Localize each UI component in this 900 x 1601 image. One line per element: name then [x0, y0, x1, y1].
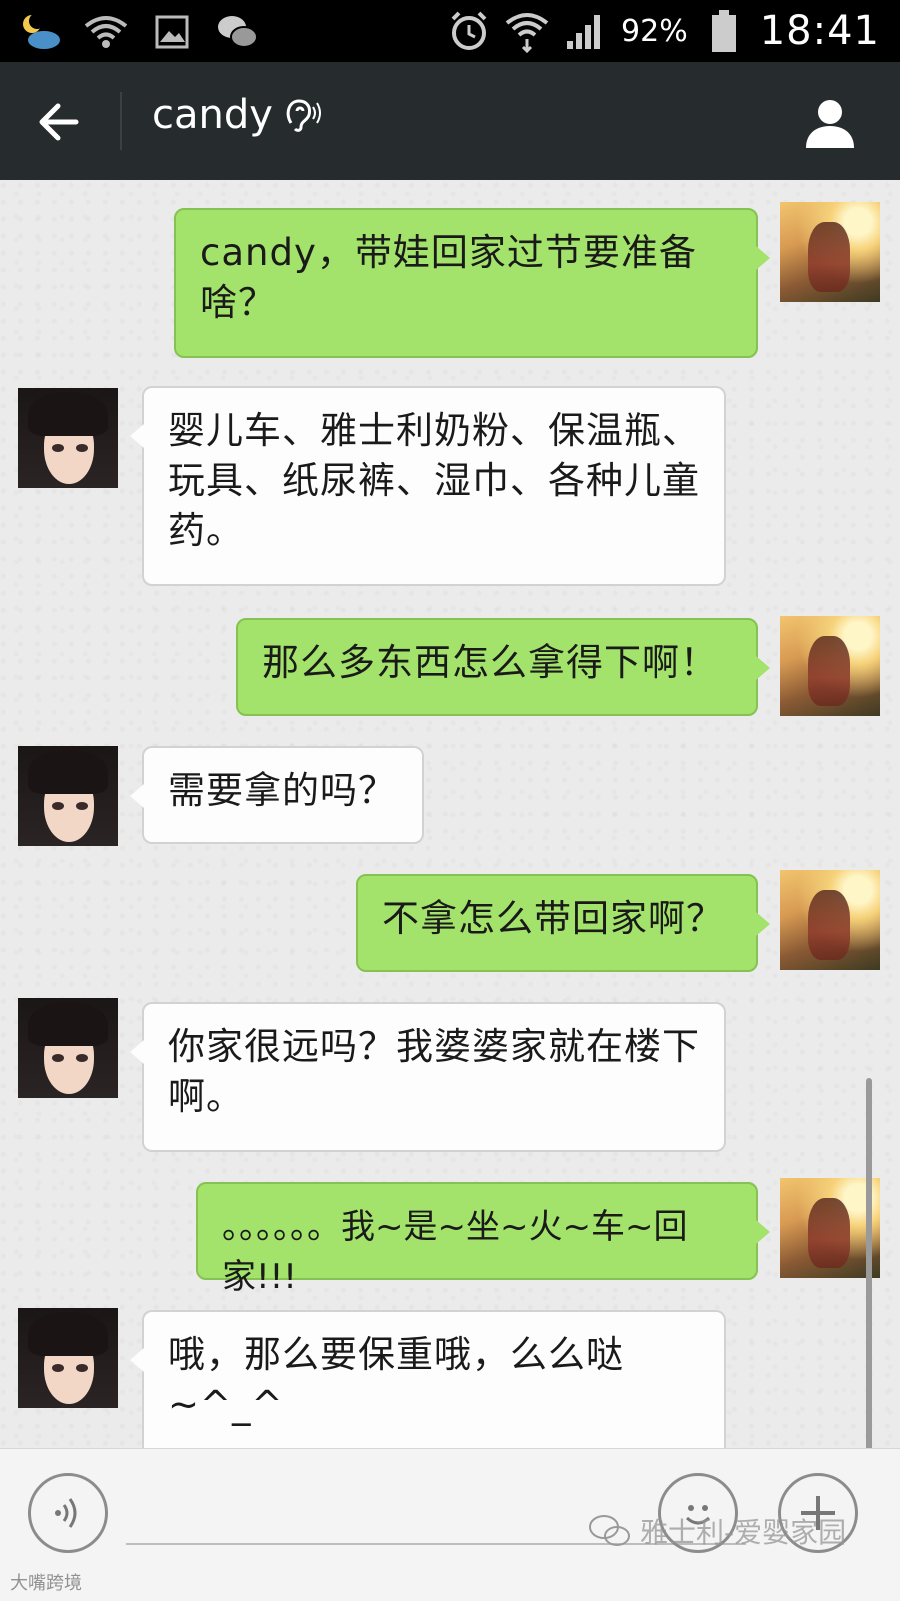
voice-button[interactable]: [28, 1473, 108, 1553]
my-avatar[interactable]: [780, 202, 880, 302]
alarm-icon: [447, 9, 491, 53]
message-bubble-sent[interactable]: 那么多东西怎么拿得下啊！: [236, 618, 770, 716]
watermark-text: 雅士利-爱婴家园: [640, 1516, 847, 1549]
weather-night-icon: [18, 10, 62, 54]
chat-area[interactable]: candy，带娃回家过节要准备啥？ 婴儿车、雅士利奶粉、保温瓶、玩具、纸尿裤、湿…: [0, 180, 900, 1538]
status-bar: 92% 18:41: [0, 0, 900, 62]
wechat-logo-icon: [589, 1515, 630, 1546]
battery-icon: [702, 9, 746, 53]
contact-avatar[interactable]: [18, 998, 118, 1098]
wifi-icon: [84, 10, 128, 54]
input-bar: 雅士利-爱婴家园 大嘴跨境: [0, 1448, 900, 1601]
contact-avatar[interactable]: [18, 1308, 118, 1408]
ear-icon: [286, 99, 321, 132]
contact-avatar[interactable]: [18, 746, 118, 846]
my-avatar[interactable]: [780, 1178, 880, 1278]
cell-signal-icon: [563, 9, 607, 53]
chat-header: candy: [0, 62, 900, 180]
watermark-text-2: 大嘴跨境: [10, 1573, 82, 1594]
watermark-secondary: 大嘴跨境: [10, 1569, 82, 1595]
message-bubble-received[interactable]: 你家很远吗？我婆婆家就在楼下啊。: [130, 1002, 726, 1152]
contact-name: candy: [152, 92, 273, 138]
wifi-signal-icon: [505, 9, 549, 53]
message-text: 不拿怎么带回家啊？: [382, 897, 724, 940]
chat-title: candy: [152, 92, 323, 138]
message-text: 需要拿的吗？: [168, 769, 396, 812]
back-button[interactable]: [30, 92, 90, 152]
message-bubble-sent[interactable]: 不拿怎么带回家啊？: [356, 874, 770, 972]
message-text: 哦，那么要保重哦，么么哒~^_^: [168, 1333, 624, 1426]
message-bubble-received[interactable]: 婴儿车、雅士利奶粉、保温瓶、玩具、纸尿裤、湿巾、各种儿童药。: [130, 386, 726, 586]
back-arrow-icon: [39, 103, 79, 141]
message-bubble-sent[interactable]: 。。。。。。我~是~坐~火~车~回家!!!: [196, 1182, 770, 1297]
message-text: 婴儿车、雅士利奶粉、保温瓶、玩具、纸尿裤、湿巾、各种儿童药。: [168, 409, 700, 552]
profile-button[interactable]: [802, 94, 858, 150]
my-avatar[interactable]: [780, 870, 880, 970]
image-icon: [150, 10, 194, 54]
contact-avatar[interactable]: [18, 388, 118, 488]
profile-icon: [806, 100, 854, 148]
message-text: candy，带娃回家过节要准备啥？: [200, 231, 697, 324]
voice-icon: [55, 1498, 77, 1528]
message-text: 那么多东西怎么拿得下啊！: [262, 641, 718, 684]
message-text: 你家很远吗？我婆婆家就在楼下啊。: [168, 1025, 700, 1118]
my-avatar[interactable]: [780, 616, 880, 716]
wechat-icon: [216, 10, 260, 54]
battery-percent: 92%: [621, 13, 688, 49]
watermark: 雅士利-爱婴家园: [588, 1511, 846, 1551]
title-divider: [120, 92, 122, 150]
message-text: 。。。。。。我~是~坐~火~车~回家!!!: [222, 1207, 688, 1297]
message-bubble-sent[interactable]: candy，带娃回家过节要准备啥？: [174, 208, 770, 358]
clock-time: 18:41: [759, 8, 880, 54]
message-bubble-received[interactable]: 需要拿的吗？: [130, 746, 424, 844]
